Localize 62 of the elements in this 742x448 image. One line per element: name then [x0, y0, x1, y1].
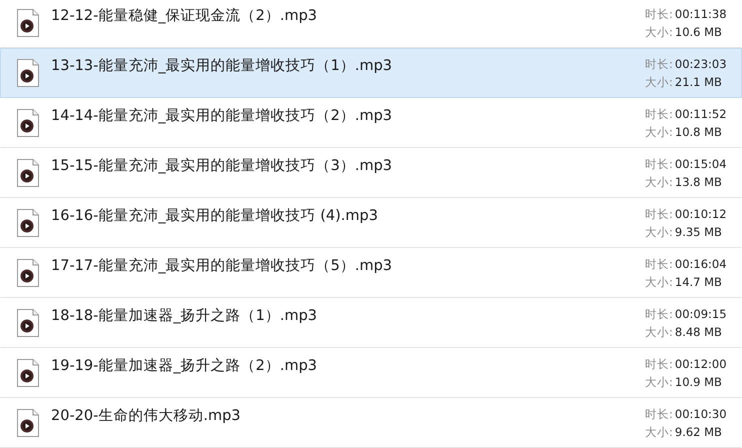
file-row[interactable]: 15-15-能量充沛_最实用的能量增收技巧（3）.mp3 时长: 00:15:04 大小: 13.8 MB	[0, 148, 742, 198]
size-label: 大小:	[645, 424, 673, 441]
file-name: 13-13-能量充沛_最实用的能量增收技巧（1）.mp3	[51, 56, 394, 75]
audio-file-icon	[17, 9, 39, 37]
audio-file-icon	[17, 209, 39, 237]
file-row[interactable]: 17-17-能量充沛_最实用的能量增收技巧（5）.mp3 时长: 00:16:04 大小: 14.7 MB	[0, 248, 742, 298]
size-value: 14.7 MB	[674, 274, 722, 291]
audio-file-icon	[17, 359, 39, 387]
size-value: 21.1 MB	[674, 74, 722, 91]
audio-file-icon	[17, 159, 39, 187]
duration-label: 时长:	[645, 206, 673, 223]
duration-label: 时长:	[645, 156, 673, 173]
file-name: 18-18-能量加速器_扬升之路（1）.mp3	[51, 306, 318, 325]
duration-label: 时长:	[645, 106, 673, 123]
file-row[interactable]: 16-16-能量充沛_最实用的能量增收技巧 (4).mp3 时长: 00:10:12 大小: 9.35 MB	[0, 198, 742, 248]
duration-value: 00:12:00	[674, 356, 727, 373]
size-value: 10.8 MB	[674, 124, 722, 141]
file-row[interactable]: 14-14-能量充沛_最实用的能量增收技巧（2）.mp3 时长: 00:11:52 大小: 10.8 MB	[0, 98, 742, 148]
size-label: 大小:	[645, 74, 673, 91]
size-value: 9.62 MB	[674, 424, 722, 441]
duration-value: 00:11:38	[674, 6, 727, 23]
size-value: 10.9 MB	[674, 374, 722, 391]
size-label: 大小:	[645, 174, 673, 191]
duration-value: 00:10:12	[674, 206, 727, 223]
file-name: 19-19-能量加速器_扬升之路（2）.mp3	[51, 356, 318, 375]
duration-value: 00:09:15	[674, 306, 727, 323]
file-row[interactable]: 20-20-生命的伟大移动.mp3 时长: 00:10:30 大小: 9.62 MB	[0, 398, 742, 448]
duration-value: 00:11:52	[674, 106, 727, 123]
duration-label: 时长:	[645, 256, 673, 273]
file-name: 14-14-能量充沛_最实用的能量增收技巧（2）.mp3	[51, 106, 394, 125]
file-name: 12-12-能量稳健_保证现金流（2）.mp3	[51, 6, 318, 25]
duration-value: 00:15:04	[674, 156, 727, 173]
audio-file-icon	[17, 309, 39, 337]
size-value: 13.8 MB	[674, 174, 722, 191]
size-label: 大小:	[645, 274, 673, 291]
file-name: 16-16-能量充沛_最实用的能量增收技巧 (4).mp3	[51, 206, 379, 225]
duration-value: 00:23:03	[674, 56, 727, 73]
duration-value: 00:10:30	[674, 406, 727, 423]
audio-file-icon	[17, 409, 39, 437]
file-row[interactable]: 19-19-能量加速器_扬升之路（2）.mp3 时长: 00:12:00 大小: 10.9 MB	[0, 348, 742, 398]
size-label: 大小:	[645, 324, 673, 341]
duration-label: 时长:	[645, 356, 673, 373]
size-label: 大小:	[645, 24, 673, 41]
duration-label: 时长:	[645, 306, 673, 323]
file-name: 20-20-生命的伟大移动.mp3	[51, 407, 242, 425]
file-name: 15-15-能量充沛_最实用的能量增收技巧（3）.mp3	[51, 156, 394, 175]
file-row[interactable]: 18-18-能量加速器_扬升之路（1）.mp3 时长: 00:09:15 大小: 8.48 MB	[0, 298, 742, 348]
audio-file-icon	[17, 109, 39, 137]
size-label: 大小:	[645, 124, 673, 141]
audio-file-icon	[17, 59, 39, 87]
size-value: 10.6 MB	[674, 24, 722, 41]
size-value: 8.48 MB	[674, 324, 722, 341]
duration-value: 00:16:04	[674, 256, 727, 273]
duration-label: 时长:	[645, 406, 673, 423]
size-label: 大小:	[645, 374, 673, 391]
file-row[interactable]: 13-13-能量充沛_最实用的能量增收技巧（1）.mp3 时长: 00:23:03 大小: 21.1 MB	[0, 48, 742, 98]
duration-label: 时长:	[645, 56, 673, 73]
file-name: 17-17-能量充沛_最实用的能量增收技巧（5）.mp3	[51, 256, 394, 275]
duration-label: 时长:	[645, 6, 673, 23]
audio-file-icon	[17, 259, 39, 287]
size-label: 大小:	[645, 224, 673, 241]
size-value: 9.35 MB	[674, 224, 722, 241]
